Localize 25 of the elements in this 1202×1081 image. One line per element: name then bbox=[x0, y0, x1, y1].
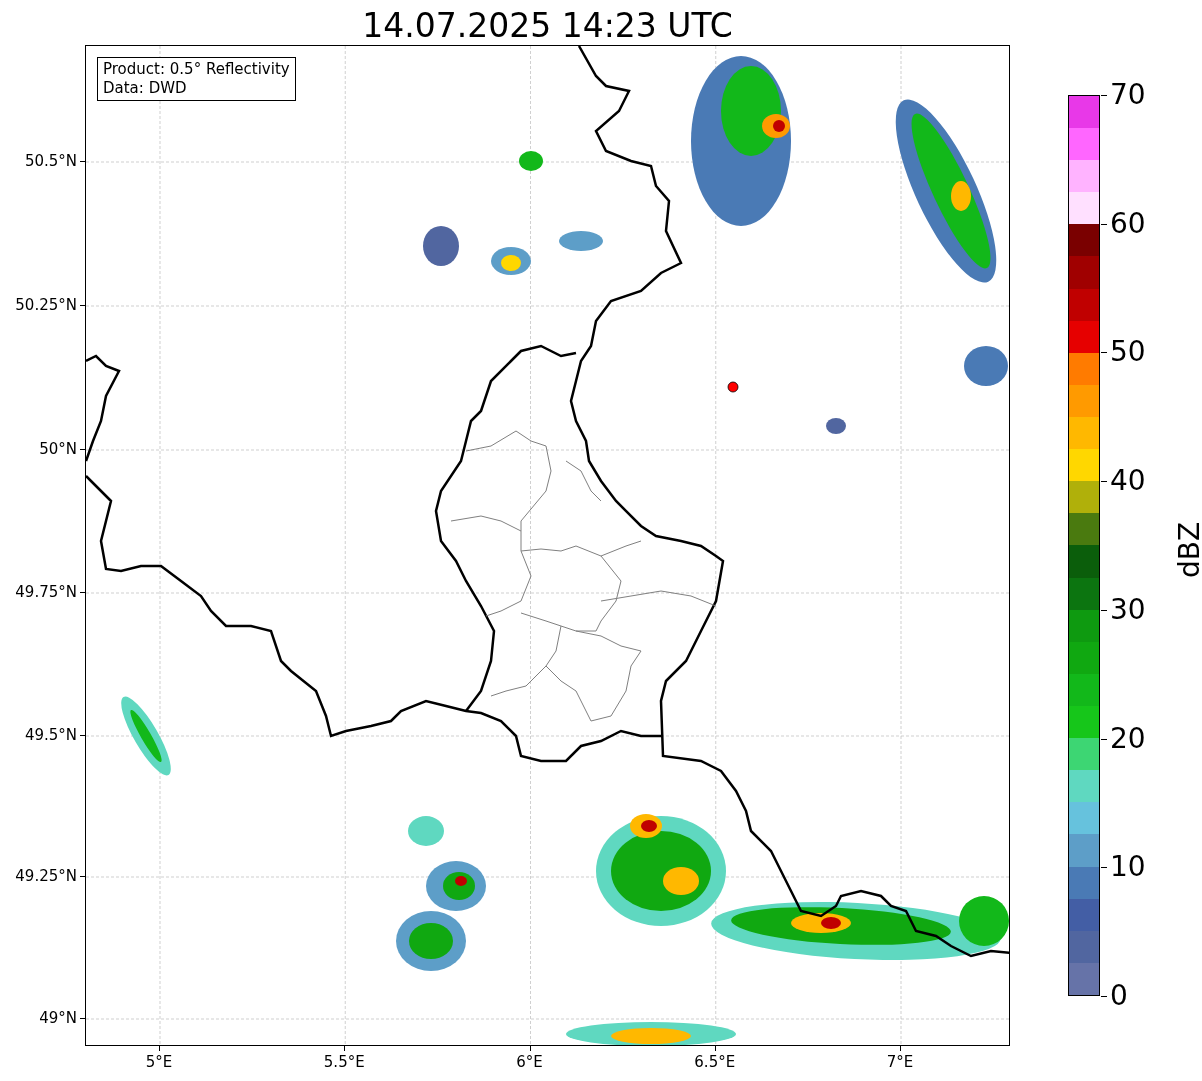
axis-tick-label: 49.75°N bbox=[14, 582, 77, 602]
axis-tick-label: 50.5°N bbox=[23, 151, 77, 171]
axis-tick-label: 5°E bbox=[144, 1052, 174, 1072]
colorbar-tick-label: 10 bbox=[1110, 851, 1146, 884]
colorbar-tick-label: 30 bbox=[1110, 593, 1146, 626]
axis-tick-label: 6.5°E bbox=[693, 1052, 737, 1072]
colorbar-tick-label: 0 bbox=[1110, 980, 1128, 1012]
axis-tick-label: 49°N bbox=[38, 1008, 77, 1028]
colorbar-label: dBZ bbox=[1172, 520, 1202, 580]
axis-tick-label: 50°N bbox=[38, 439, 77, 459]
colorbar-tick-label: 20 bbox=[1110, 722, 1146, 755]
axis-tick-label: 50.25°N bbox=[14, 295, 77, 315]
colorbar-tick-label: 50 bbox=[1110, 336, 1146, 369]
axis-tick-label: 6°E bbox=[515, 1052, 544, 1072]
colorbar-tick-label: 70 bbox=[1110, 79, 1146, 111]
axis-tick-label: 49.5°N bbox=[23, 725, 77, 745]
radar-site-marker bbox=[727, 381, 739, 393]
axis-tick-label: 7°E bbox=[885, 1052, 915, 1072]
colorbar-tick-label: 40 bbox=[1110, 465, 1146, 498]
colorbar-tick-label: 60 bbox=[1110, 207, 1146, 240]
axis-tick-label: 49.25°N bbox=[14, 866, 77, 886]
legend-text: Data: DWD bbox=[103, 79, 188, 98]
chart-title: 14.07.2025 14:23 UTC bbox=[361, 5, 734, 47]
legend-text: Product: 0.5° Reflectivity bbox=[103, 60, 290, 79]
axis-tick-label: 5.5°E bbox=[322, 1052, 366, 1072]
